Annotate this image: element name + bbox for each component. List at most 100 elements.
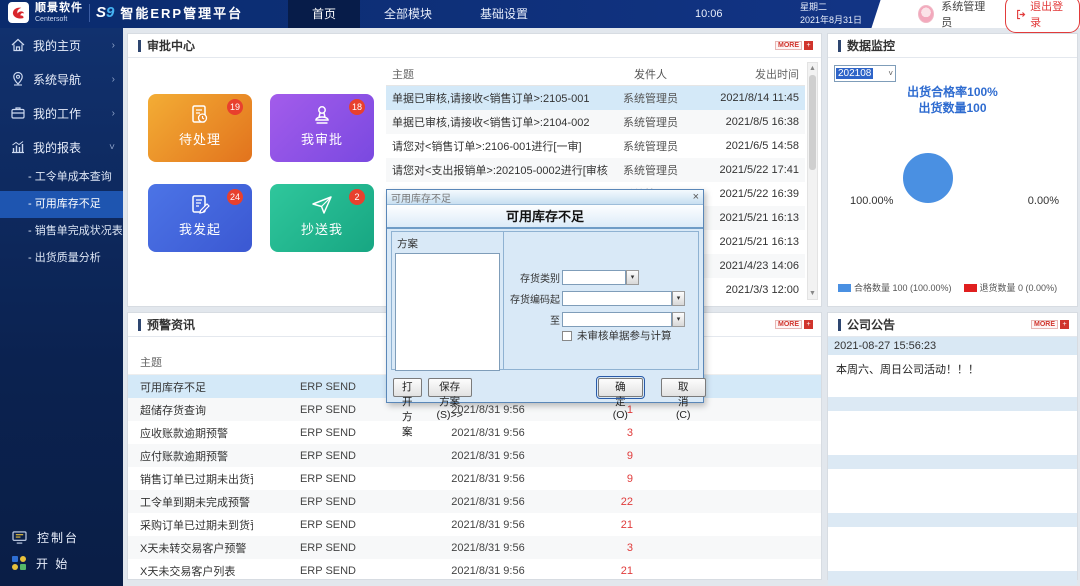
row-sender: 系统管理员 xyxy=(623,165,678,177)
tile-initiated-by-me[interactable]: 我发起 24 xyxy=(148,184,252,252)
sidebar-item-home[interactable]: 我的主页 › xyxy=(0,28,123,62)
sidebar-item-navigation[interactable]: 系统导航 › xyxy=(0,62,123,96)
sidebar-subitem[interactable]: 可用库存不足 xyxy=(0,191,123,218)
scroll-up-icon[interactable]: ▲ xyxy=(808,63,817,74)
more-icon: + xyxy=(1060,320,1069,329)
approval-scrollbar[interactable]: ▲ ▼ xyxy=(807,62,818,300)
sidebar-item-reports[interactable]: 我的报表 ˅ xyxy=(0,130,123,164)
row-sender: 系统管理员 xyxy=(623,93,678,105)
home-icon xyxy=(11,38,25,52)
code-from-dropdown-button[interactable]: ▾ xyxy=(672,291,685,306)
row-sender: ERP SEND xyxy=(299,426,357,439)
chevron-right-icon: › xyxy=(111,73,115,85)
alert-row[interactable]: 应收账款逾期预警 ERP SEND 2021/8/31 9:56 3 xyxy=(128,421,821,444)
sidebar-item-label: 我的工作 xyxy=(33,106,82,121)
scroll-down-icon[interactable]: ▼ xyxy=(808,288,817,299)
row-subject: 应收账款逾期预警 xyxy=(140,427,228,440)
tile-cc-to-me[interactable]: 抄送我 2 xyxy=(270,184,374,252)
row-count: 3 xyxy=(626,426,633,439)
tile-badge: 24 xyxy=(226,189,243,205)
legend-swatch-red xyxy=(963,284,977,292)
chevron-down-icon: ˅ xyxy=(888,69,893,78)
approval-row[interactable]: 单据已审核,请接收<销售订单>:2105-001 系统管理员 2021/8/14… xyxy=(386,86,805,110)
category-dropdown-button[interactable]: ▾ xyxy=(626,270,639,285)
document-edit-icon xyxy=(192,195,210,214)
notice-text[interactable]: 本周六、周日公司活动！！！ xyxy=(828,355,1077,391)
code-from-input[interactable] xyxy=(562,291,672,306)
sidebar-submenu: 工令单成本查询可用库存不足销售单完成状况表出货质量分析 xyxy=(0,164,123,272)
alert-row[interactable]: 采购订单已过期未到货预警 ERP SEND 2021/8/31 9:56 21 xyxy=(128,513,821,536)
row-subject: 应付账款逾期预警 xyxy=(140,450,228,463)
sidebar-subitem[interactable]: 出货质量分析 xyxy=(0,245,123,272)
row-time: 2021/3/3 12:00 xyxy=(725,284,799,296)
row-time: 2021/5/22 16:39 xyxy=(719,188,799,200)
approval-panel-title: 审批中心 xyxy=(138,37,195,54)
plan-label: 方案 xyxy=(397,238,418,250)
scroll-thumb[interactable] xyxy=(809,75,816,170)
tile-pending[interactable]: 待处理 19 xyxy=(148,94,252,162)
logout-button[interactable]: 退出登录 xyxy=(1005,0,1080,33)
open-plan-button[interactable]: 打开方案 xyxy=(393,377,422,438)
alert-row[interactable]: 应付账款逾期预警 ERP SEND 2021/8/31 9:56 9 xyxy=(128,444,821,467)
user-avatar[interactable] xyxy=(918,5,935,23)
row-time: 2021/8/31 9:56 xyxy=(451,495,525,508)
sidebar-item-work[interactable]: 我的工作 › xyxy=(0,96,123,130)
top-nav-item[interactable]: 基础设置 xyxy=(456,0,552,28)
row-sender: ERP SEND xyxy=(299,380,357,393)
row-time: 2021/8/31 9:56 xyxy=(451,403,525,416)
row-time: 2021/8/5 16:38 xyxy=(725,116,799,128)
row-sender: ERP SEND xyxy=(299,472,357,485)
approval-row[interactable]: 单据已审核,请接收<销售订单>:2104-002 系统管理员 2021/8/5 … xyxy=(386,110,805,134)
chart-icon xyxy=(12,141,24,154)
approval-row[interactable]: 请您对<支出报销单>:202105-0002进行[审核] 系统管理员 2021/… xyxy=(386,158,805,182)
pass-rate-text: 出货合格率100% xyxy=(907,85,998,99)
save-plan-button[interactable]: 保存方案(S)>> xyxy=(427,377,472,421)
approval-more-button[interactable]: MORE + xyxy=(775,41,813,50)
start-button[interactable]: 开 始 xyxy=(0,550,123,576)
category-input[interactable] xyxy=(562,270,626,285)
row-count: 9 xyxy=(626,449,633,462)
company-logo-icon xyxy=(8,2,29,23)
approval-row[interactable]: 请您对<销售订单>:2106-001进行[一审] 系统管理员 2021/6/5 … xyxy=(386,134,805,158)
tile-badge: 18 xyxy=(348,99,365,115)
code-from-label: 存货编码起 xyxy=(510,295,560,306)
s9-logo: S9 xyxy=(96,4,115,21)
more-icon: + xyxy=(804,41,813,50)
brand-name-en: Centersoft xyxy=(35,15,68,23)
col-sender: 发件人 xyxy=(634,68,667,81)
alert-row[interactable]: X天未转交易客户预警 ERP SEND 2021/8/31 9:56 3 xyxy=(128,536,821,559)
legend-pass: 合格数量 100 (100.00%) xyxy=(838,281,952,294)
row-time: 2021/8/31 9:56 xyxy=(451,518,525,531)
tile-my-approvals[interactable]: 我审批 18 xyxy=(270,94,374,162)
available-stock-dialog: 可用库存不足 × 可用库存不足 方案 存货类别 ▾ 存货编码起 ▾ 至 ▾ 未审… xyxy=(386,189,706,438)
logout-label: 退出登录 xyxy=(1030,1,1064,29)
period-value: 202108 xyxy=(836,68,874,79)
console-button[interactable]: 控制台 xyxy=(0,524,123,550)
unaudited-checkbox[interactable] xyxy=(562,330,572,341)
period-dropdown[interactable]: 202108 ˅ xyxy=(834,65,896,82)
cancel-button[interactable]: 取消(C) xyxy=(660,377,706,421)
donut-chart xyxy=(903,153,953,203)
close-icon[interactable]: × xyxy=(693,191,699,203)
alert-row[interactable]: 工令单到期未完成预警 ERP SEND 2021/8/31 9:56 22 xyxy=(128,490,821,513)
ok-button[interactable]: 确定(O) xyxy=(595,375,645,421)
alert-row[interactable]: 销售订单已过期未出货预警 ERP SEND 2021/8/31 9:56 9 xyxy=(128,467,821,490)
alert-row[interactable]: X天未交易客户列表 ERP SEND 2021/8/31 9:56 21 xyxy=(128,559,821,582)
row-time: 2021/8/31 9:56 xyxy=(451,564,525,577)
notice-more-button[interactable]: MORE + xyxy=(1031,320,1069,329)
chevron-down-icon: ˅ xyxy=(109,141,115,153)
row-sender: ERP SEND xyxy=(299,495,357,508)
alerts-more-button[interactable]: MORE + xyxy=(775,320,813,329)
code-to-dropdown-button[interactable]: ▾ xyxy=(672,312,685,327)
top-bar: 顺景软件 Centersoft S9 智能ERP管理平台 首页 全部模块 基础设置 … xyxy=(0,0,1080,33)
sidebar-item-label: 我的主页 xyxy=(33,38,82,53)
plan-listbox[interactable] xyxy=(395,253,500,371)
sidebar-subitem[interactable]: 销售单完成状况表 xyxy=(0,218,123,245)
row-time: 2021/5/22 17:41 xyxy=(719,164,799,176)
top-nav-item[interactable]: 全部模块 xyxy=(360,0,456,28)
code-to-input[interactable] xyxy=(562,312,672,327)
clock-time: 10:06 xyxy=(695,8,723,20)
sidebar-subitem[interactable]: 工令单成本查询 xyxy=(0,164,123,191)
chart-legend: 合格数量 100 (100.00%) 退货数量 0 (0.00%) xyxy=(838,281,1057,294)
top-nav-item[interactable]: 首页 xyxy=(288,0,361,28)
